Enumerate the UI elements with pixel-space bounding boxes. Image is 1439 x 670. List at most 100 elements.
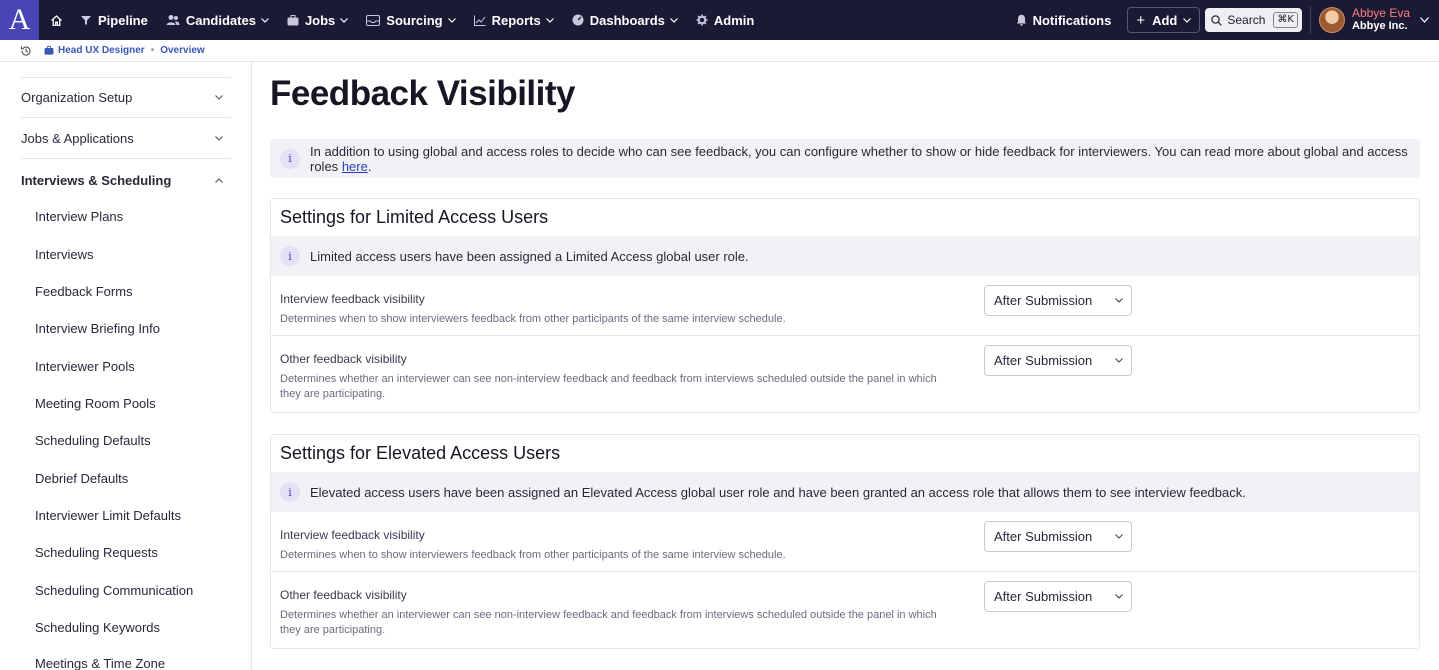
- chevron-down-icon: [447, 17, 456, 23]
- chevron-down-icon: [1115, 534, 1123, 539]
- nav-sourcing[interactable]: Sourcing: [357, 0, 464, 40]
- select-value: After Submission: [994, 353, 1093, 368]
- chevron-down-icon: [1115, 358, 1123, 363]
- section-title: Settings for Limited Access Users: [280, 207, 549, 227]
- nav-reports-label: Reports: [491, 12, 541, 28]
- sidebar-item-interview-plans[interactable]: Interview Plans: [35, 209, 123, 224]
- users-icon: [166, 15, 180, 25]
- app-logo[interactable]: A: [0, 0, 39, 40]
- select-value: After Submission: [994, 293, 1093, 308]
- select-value: After Submission: [994, 589, 1093, 604]
- sidebar-group-jobs-applications[interactable]: Jobs & Applications: [21, 119, 231, 159]
- briefcase-icon: [287, 14, 299, 25]
- user-name: Abbye Eva: [1351, 6, 1410, 20]
- sidebar-item-scheduling-requests[interactable]: Scheduling Requests: [35, 545, 158, 560]
- nav-admin[interactable]: Admin: [687, 0, 763, 40]
- sidebar-item-feedback-forms[interactable]: Feedback Forms: [35, 284, 133, 299]
- add-label: Add: [1152, 12, 1178, 28]
- nav-candidates-label: Candidates: [185, 12, 256, 28]
- chevron-down-icon: [340, 17, 349, 23]
- other-feedback-visibility-select[interactable]: After Submission: [984, 581, 1132, 612]
- sidebar-item-debrief-defaults[interactable]: Debrief Defaults: [35, 471, 128, 486]
- sidebar-group-organization-setup[interactable]: Organization Setup: [21, 78, 231, 118]
- line-chart-icon: [473, 15, 486, 26]
- info-banner: i In addition to using global and access…: [270, 139, 1420, 178]
- setting-title: Other feedback visibility: [280, 588, 407, 602]
- user-menu[interactable]: Abbye Eva Abbye Inc.: [1352, 7, 1410, 33]
- sidebar-item-interviews[interactable]: Interviews: [35, 247, 94, 262]
- gauge-icon: [572, 14, 584, 26]
- notifications-label: Notifications: [1032, 12, 1112, 28]
- nav-admin-label: Admin: [713, 12, 755, 28]
- filter-icon: [81, 16, 91, 25]
- nav-pipeline-label: Pipeline: [98, 12, 148, 28]
- sidebar-item-interviewer-limit-defaults[interactable]: Interviewer Limit Defaults: [35, 508, 181, 523]
- section-note-text: Elevated access users have been assigned…: [310, 484, 1246, 500]
- breadcrumb-job[interactable]: Head UX Designer: [44, 45, 145, 56]
- elevated-access-panel: Settings for Elevated Access Users i Ele…: [270, 434, 1420, 649]
- chevron-down-icon: [545, 17, 554, 23]
- user-org: Abbye Inc.: [1351, 20, 1408, 32]
- info-period: .: [367, 158, 372, 174]
- briefcase-icon: [44, 46, 54, 55]
- info-here-link[interactable]: here: [342, 159, 368, 174]
- section-title: Settings for Elevated Access Users: [280, 443, 561, 463]
- search-shortcut: ⌘K: [1273, 12, 1298, 28]
- sidebar-group-label: Interviews & Scheduling: [21, 172, 172, 188]
- sidebar-item-scheduling-defaults[interactable]: Scheduling Defaults: [35, 433, 151, 448]
- sidebar-item-meetings-time-zone[interactable]: Meetings & Time Zone: [35, 656, 165, 670]
- sidebar-item-scheduling-communication[interactable]: Scheduling Communication: [35, 583, 193, 598]
- home-icon[interactable]: [41, 0, 71, 40]
- nav-jobs-label: Jobs: [304, 12, 336, 28]
- chevron-down-icon[interactable]: [1420, 17, 1429, 23]
- sidebar-item-interview-briefing-info[interactable]: Interview Briefing Info: [35, 321, 160, 336]
- add-button[interactable]: + Add: [1127, 7, 1201, 33]
- setting-description: Determines whether an interviewer can se…: [280, 373, 937, 400]
- search-icon: [1211, 14, 1223, 26]
- setting-row: Other feedback visibility Determines whe…: [271, 336, 1419, 412]
- chevron-up-icon: [215, 177, 223, 183]
- avatar[interactable]: [1318, 7, 1345, 33]
- sidebar-group-label: Jobs & Applications: [21, 131, 134, 146]
- info-icon: i: [280, 246, 300, 266]
- interview-feedback-visibility-select[interactable]: After Submission: [984, 521, 1132, 552]
- info-text: In addition to using global and access r…: [310, 144, 1420, 174]
- sidebar-group-interviews-scheduling[interactable]: Interviews & Scheduling: [21, 160, 231, 200]
- breadcrumb-job-link[interactable]: Head UX Designer: [58, 45, 145, 56]
- nav-pipeline[interactable]: Pipeline: [71, 0, 157, 40]
- setting-title: Interview feedback visibility: [280, 528, 425, 542]
- sidebar-group-label: Organization Setup: [21, 90, 133, 105]
- select-value: After Submission: [994, 529, 1093, 544]
- sidebar-item-scheduling-keywords[interactable]: Scheduling Keywords: [35, 620, 160, 635]
- limited-access-panel: Settings for Limited Access Users i Limi…: [270, 198, 1420, 413]
- setting-title: Other feedback visibility: [280, 352, 407, 366]
- history-icon[interactable]: [20, 45, 32, 57]
- setting-description: Determines when to show interviewers fee…: [280, 313, 786, 325]
- info-body: In addition to using global and access r…: [310, 143, 1408, 174]
- sidebar-item-interviewer-pools[interactable]: Interviewer Pools: [35, 359, 135, 374]
- nav-jobs[interactable]: Jobs: [278, 0, 357, 40]
- info-icon: i: [280, 482, 300, 502]
- nav-candidates[interactable]: Candidates: [157, 0, 278, 40]
- chevron-down-icon: [215, 95, 223, 100]
- breadcrumb-page-link[interactable]: Overview: [160, 45, 204, 56]
- notifications-button[interactable]: Notifications: [1016, 12, 1112, 28]
- chevron-down-icon: [669, 17, 678, 23]
- settings-sidebar: Organization Setup Jobs & Applications I…: [0, 62, 252, 670]
- interview-feedback-visibility-select[interactable]: After Submission: [984, 285, 1132, 316]
- setting-row: Interview feedback visibility Determines…: [271, 276, 1419, 336]
- section-note: i Limited access users have been assigne…: [271, 236, 1419, 276]
- search-button[interactable]: Search ⌘K: [1205, 8, 1302, 32]
- section-note: i Elevated access users have been assign…: [271, 472, 1419, 512]
- info-icon: i: [280, 148, 300, 169]
- main-content: Feedback Visibility i In addition to usi…: [252, 62, 1439, 670]
- chevron-down-icon: [215, 136, 223, 141]
- setting-title: Interview feedback visibility: [280, 292, 425, 306]
- sidebar-item-meeting-room-pools[interactable]: Meeting Room Pools: [35, 396, 156, 411]
- inbox-icon: [366, 14, 381, 26]
- plus-icon: +: [1136, 11, 1146, 29]
- nav-reports[interactable]: Reports: [465, 0, 563, 40]
- other-feedback-visibility-select[interactable]: After Submission: [984, 345, 1132, 376]
- nav-dashboards[interactable]: Dashboards: [563, 0, 687, 40]
- setting-row: Other feedback visibility Determines whe…: [271, 572, 1419, 648]
